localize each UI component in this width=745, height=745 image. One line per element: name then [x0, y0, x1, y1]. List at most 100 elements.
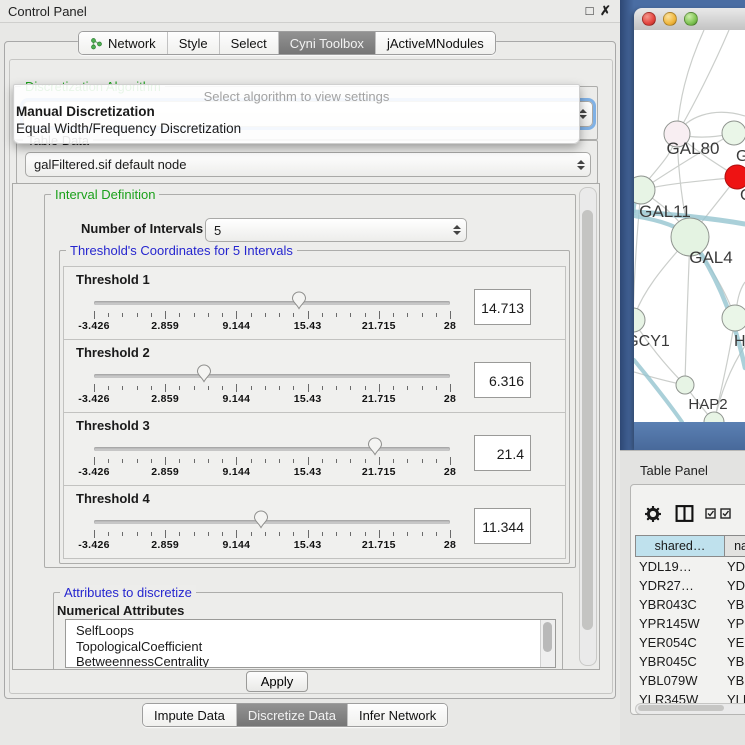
- tab-network[interactable]: Network: [79, 32, 167, 54]
- table-row[interactable]: YDR27… YDR2: [635, 576, 745, 595]
- threshold-slider[interactable]: -3.4262.8599.14415.4321.71528: [94, 516, 450, 552]
- table-row[interactable]: YBR045C YBR0: [635, 652, 745, 671]
- stepper-icon[interactable]: [572, 153, 590, 176]
- slider-thumb[interactable]: [254, 510, 269, 529]
- table-data-combo[interactable]: galFiltered.sif default node: [25, 152, 591, 177]
- network-node[interactable]: [725, 165, 745, 189]
- threshold-value-box[interactable]: 21.4: [474, 435, 531, 471]
- network-node[interactable]: [722, 305, 745, 331]
- float-window-button[interactable]: □: [582, 3, 597, 18]
- tick-label: -3.426: [78, 466, 110, 478]
- table-row[interactable]: YPR145W YPR1: [635, 614, 745, 633]
- tick-mark: [94, 384, 95, 392]
- cell-name: YDL1: [723, 557, 745, 576]
- tick-mark: [350, 386, 351, 390]
- checkbox-icon[interactable]: [720, 508, 731, 519]
- tick-mark: [137, 386, 138, 390]
- network-node[interactable]: [634, 308, 645, 332]
- threshold-value-box[interactable]: 6.316: [474, 362, 531, 398]
- tick-mark: [179, 313, 180, 317]
- minimize-traffic-light-icon[interactable]: [663, 12, 677, 26]
- tick-mark: [422, 532, 423, 536]
- tick-label: 15.43: [294, 393, 322, 405]
- dropdown-option-manual-discretization[interactable]: Manual Discretization: [16, 104, 155, 119]
- slider-thumb[interactable]: [368, 437, 383, 456]
- tick-label: 9.144: [223, 539, 251, 551]
- tick-label: 21.715: [362, 539, 396, 551]
- slider-thumb[interactable]: [197, 364, 212, 383]
- checkbox-icon[interactable]: [705, 508, 716, 519]
- attributes-listbox[interactable]: SelfLoopsTopologicalCoefficientBetweenne…: [65, 619, 556, 668]
- stepper-icon[interactable]: [448, 219, 466, 241]
- tab-label: Cyni Toolbox: [290, 36, 364, 51]
- tick-mark: [293, 532, 294, 536]
- close-traffic-light-icon[interactable]: [642, 12, 656, 26]
- tick-mark: [208, 459, 209, 463]
- tab-jactivemnodules[interactable]: jActiveMNodules: [375, 32, 495, 54]
- tick-mark: [222, 532, 223, 536]
- num-intervals-combo[interactable]: 5: [205, 218, 467, 242]
- list-scrollbar[interactable]: [540, 620, 555, 667]
- tab-impute-data[interactable]: Impute Data: [143, 704, 236, 726]
- cell-shared-name: YDR27…: [635, 576, 723, 595]
- threshold-value-box[interactable]: 14.713: [474, 289, 531, 325]
- tick-mark: [208, 532, 209, 536]
- list-item-betweennesscentrality[interactable]: BetweennessCentrality: [66, 654, 555, 668]
- table-row[interactable]: YER054C YER0: [635, 633, 745, 652]
- control-panel-title: Control Panel: [8, 4, 87, 19]
- tick-mark: [336, 459, 337, 463]
- tick-mark: [308, 530, 309, 538]
- tick-mark: [322, 532, 323, 536]
- dropdown-option-equal-width-frequency-discretization[interactable]: Equal Width/Frequency Discretization: [16, 121, 241, 136]
- settings-scrollbar[interactable]: [579, 187, 597, 666]
- slider-track[interactable]: [94, 374, 450, 378]
- zoom-traffic-light-icon[interactable]: [684, 12, 698, 26]
- settings-scrollbar-thumb[interactable]: [582, 210, 593, 630]
- node-table: shared… na YDL19… YDL1 YDR27… YDR2 YBR04…: [635, 535, 745, 715]
- close-window-button[interactable]: ✗: [598, 3, 613, 18]
- tab-discretize-data[interactable]: Discretize Data: [236, 704, 347, 726]
- tick-mark: [194, 459, 195, 463]
- table-horizontal-scrollbar[interactable]: [635, 703, 745, 715]
- slider-thumb[interactable]: [292, 291, 307, 310]
- threshold-slider[interactable]: -3.4262.8599.14415.4321.71528: [94, 370, 450, 406]
- tick-mark: [322, 459, 323, 463]
- dropdown-header: Select algorithm to view settings: [14, 89, 579, 104]
- tick-mark: [194, 386, 195, 390]
- table-panel-title: Table Panel: [640, 463, 708, 478]
- tick-mark: [393, 532, 394, 536]
- column-header-name[interactable]: na: [725, 536, 745, 556]
- table-panel: Table Panel: [620, 450, 745, 745]
- slider-track[interactable]: [94, 520, 450, 524]
- slider-track[interactable]: [94, 301, 450, 305]
- table-row[interactable]: YBR043C YBR0: [635, 595, 745, 614]
- table-scrollbar-thumb[interactable]: [638, 705, 724, 711]
- list-scrollbar-thumb[interactable]: [543, 622, 552, 652]
- tick-mark: [137, 532, 138, 536]
- gear-icon[interactable]: [645, 506, 661, 522]
- network-node[interactable]: [676, 376, 694, 394]
- list-item-topologicalcoefficient[interactable]: TopologicalCoefficient: [66, 639, 555, 655]
- tab-infer-network[interactable]: Infer Network: [347, 704, 447, 726]
- tick-mark: [407, 386, 408, 390]
- tab-style[interactable]: Style: [167, 32, 219, 54]
- split-columns-icon[interactable]: [675, 504, 694, 523]
- column-header-shared-name[interactable]: shared…: [636, 536, 725, 556]
- table-row[interactable]: YDL19… YDL1: [635, 557, 745, 576]
- threshold-slider[interactable]: -3.4262.8599.14415.4321.71528: [94, 443, 450, 479]
- threshold-value-box[interactable]: 11.344: [474, 508, 531, 544]
- slider-ticks: [94, 457, 450, 465]
- tab-cyni-toolbox[interactable]: Cyni Toolbox: [278, 32, 375, 54]
- network-node[interactable]: [634, 176, 655, 204]
- tick-mark: [165, 457, 166, 465]
- threshold-slider[interactable]: -3.4262.8599.14415.4321.71528: [94, 297, 450, 333]
- table-row[interactable]: YBL079W YBL0: [635, 671, 745, 690]
- list-item-selfloops[interactable]: SelfLoops: [66, 623, 555, 639]
- tab-select[interactable]: Select: [219, 32, 278, 54]
- network-canvas[interactable]: GAL80GCGAL11GAL4GCY1HHAP2: [634, 30, 745, 422]
- apply-button[interactable]: Apply: [246, 671, 308, 692]
- tick-mark: [151, 313, 152, 317]
- slider-track[interactable]: [94, 447, 450, 451]
- network-node[interactable]: [722, 121, 745, 145]
- tick-mark: [222, 459, 223, 463]
